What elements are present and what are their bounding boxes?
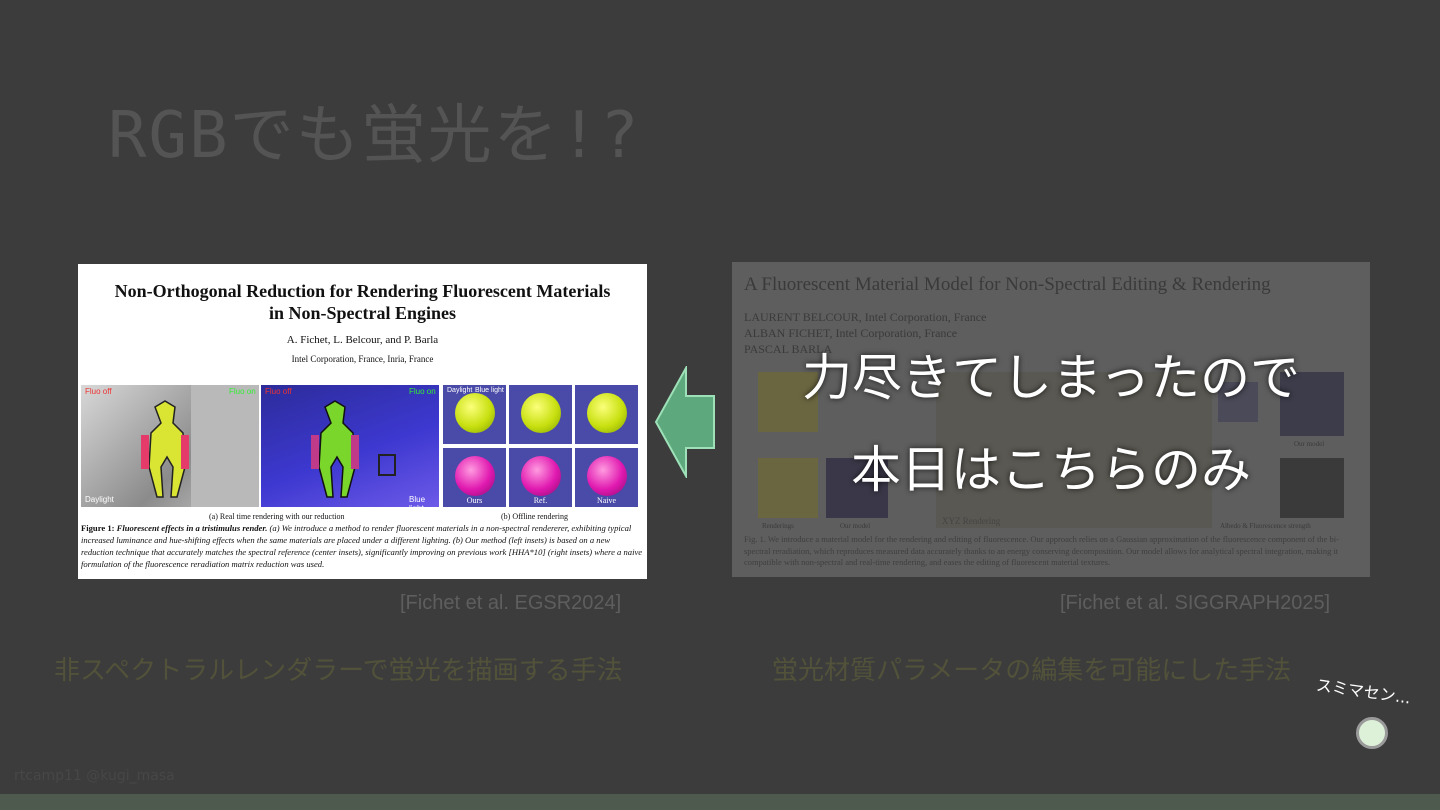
label-fluo-off: Fluo off [85,387,112,396]
left-paper-reference: [Fichet et al. EGSR2024] [400,592,622,614]
right-label-albedo: Albedo & Fluorescence strength [1220,522,1311,530]
label-fluo-on: Fluo on [229,387,256,396]
slide-credit: rtcamp11 @kugi_masa [14,768,175,784]
presenter-indicator-icon[interactable] [1356,717,1388,749]
left-paper-summary: 非スペクトラルレンダラーで蛍光を描画する手法 [54,656,623,686]
sphere-pink-naive: Naive [575,448,638,507]
render-daylight: Fluo off Fluo on Daylight [81,385,259,507]
left-paper-affiliations: Intel Corporation, France, Inria, France [291,354,434,364]
sphere-yellow-2 [509,385,572,444]
right-label-xyz: XYZ Rendering [942,516,1001,526]
label-blue-light: Blue light [409,495,426,513]
robot-figure-blue [311,400,396,498]
right-paper-author-1: LAURENT BELCOUR, Intel Corporation, Fran… [744,310,987,324]
sphere-pink-ref: Ref. [509,448,572,507]
right-paper-caption: Fig. 1. We introduce a material model fo… [744,534,1339,567]
left-arrow-icon [654,366,715,478]
slide-title: RGBでも蛍光を!? [108,99,641,173]
left-paper-title: Non-Orthogonal Reduction for Rendering F… [114,281,611,323]
render-blue-light: Fluo off Fluo on Blue light [261,385,439,513]
label-fluo-on-2: Fluo on [409,387,436,396]
label-sphere-blue: Blue light [475,387,504,394]
label-fluo-off-2: Fluo off [265,387,292,396]
robot-figure-daylight [141,385,259,507]
sphere-yellow-3 [575,385,638,444]
sphere-comparison-grid: Ours Ref. Naive Daylight Blue light [443,385,644,507]
left-paper-caption: Figure 1: Fluorescent effects in a trist… [81,523,643,569]
apology-overlay: 力尽きてしまったので 本日はこちらのみ [802,349,1300,499]
left-paper-render-panels: Fluo off Fluo on Daylight Fluo off Fluo … [81,385,644,513]
sorry-note: スミマセン... [1314,675,1412,708]
right-label-our-model: Our model [840,522,871,530]
right-paper-summary: 蛍光材質パラメータの編集を可能にした手法 [772,656,1292,686]
right-label-renderings: Renderings [762,522,794,530]
right-paper-title: A Fluorescent Material Model for Non-Spe… [744,274,1271,295]
left-paper-figure: Non-Orthogonal Reduction for Rendering F… [78,264,647,579]
sphere-pink-ours: Ours [443,448,506,507]
label-sphere-daylight: Daylight [447,387,473,394]
label-daylight: Daylight [85,495,114,504]
right-paper-reference: [Fichet et al. SIGGRAPH2025] [1060,592,1331,614]
bottom-bar [0,794,1440,810]
left-paper-authors: A. Fichet, L. Belcour, and P. Barla [286,334,439,346]
